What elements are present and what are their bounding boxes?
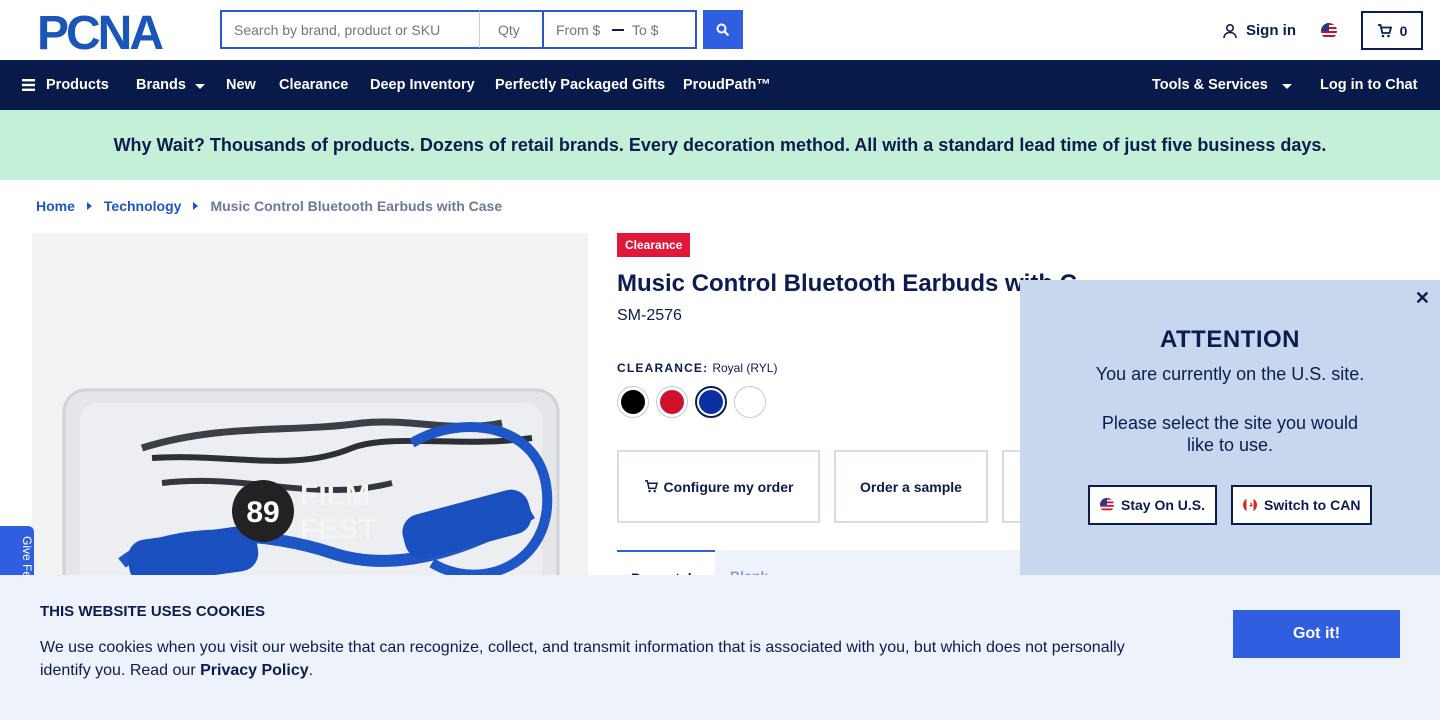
region-select-popup: ✕ ATTENTION You are currently on the U.S… bbox=[1020, 280, 1440, 580]
search-button[interactable] bbox=[703, 10, 743, 49]
stay-us-button[interactable]: Stay On U.S. bbox=[1088, 485, 1218, 525]
price-to-input[interactable] bbox=[632, 21, 680, 38]
search-bar bbox=[220, 10, 697, 49]
cart-button[interactable]: 0 bbox=[1361, 11, 1423, 50]
sign-in-label: Sign in bbox=[1246, 22, 1296, 39]
nav-tools-services[interactable]: Tools & Services bbox=[1152, 60, 1292, 110]
privacy-policy-link[interactable]: Privacy Policy bbox=[200, 662, 309, 679]
swatch-royal[interactable] bbox=[695, 386, 727, 418]
swatch-white[interactable] bbox=[734, 386, 766, 418]
nav-products-label: Products bbox=[46, 77, 109, 93]
accept-cookies-button[interactable]: Got it! bbox=[1233, 610, 1400, 658]
canada-flag-icon bbox=[1243, 498, 1257, 512]
configure-order-button[interactable]: Configure my order bbox=[617, 450, 820, 523]
nav-gifts[interactable]: Perfectly Packaged Gifts bbox=[495, 60, 665, 110]
color-selection: CLEARANCE: Royal (RYL) bbox=[617, 361, 777, 375]
breadcrumb-technology[interactable]: Technology bbox=[104, 198, 182, 214]
us-flag-icon[interactable] bbox=[1321, 23, 1337, 39]
chevron-down-icon bbox=[1281, 84, 1292, 89]
close-icon[interactable]: ✕ bbox=[1415, 288, 1430, 309]
stay-us-label: Stay On U.S. bbox=[1121, 497, 1206, 513]
nav-chat-login[interactable]: Log in to Chat bbox=[1320, 60, 1417, 110]
swatch-red[interactable] bbox=[656, 386, 688, 418]
breadcrumb-current: Music Control Bluetooth Earbuds with Cas… bbox=[210, 198, 503, 214]
image-label-89: 89 bbox=[246, 496, 279, 529]
search-input[interactable] bbox=[234, 21, 474, 38]
product-actions: Configure my order Order a sample bbox=[617, 450, 1042, 523]
popup-current-site: You are currently on the U.S. site. bbox=[1095, 364, 1365, 384]
user-icon bbox=[1223, 23, 1237, 38]
color-swatches bbox=[617, 386, 766, 418]
switch-can-label: Switch to CAN bbox=[1264, 497, 1361, 513]
promo-banner: Why Wait? Thousands of products. Dozens … bbox=[0, 110, 1440, 180]
cookie-title: THIS WEBSITE USES COOKIES bbox=[40, 603, 266, 620]
color-label: CLEARANCE: bbox=[617, 361, 709, 375]
cookie-end: . bbox=[308, 662, 314, 679]
nav-proudpath[interactable]: ProudPath™ bbox=[683, 60, 771, 110]
menu-icon bbox=[22, 79, 35, 91]
nav-new[interactable]: New bbox=[226, 60, 256, 110]
chevron-down-icon bbox=[194, 84, 205, 89]
chevron-right-icon bbox=[193, 202, 199, 210]
cookie-text: We use cookies when you visit our websit… bbox=[40, 636, 1160, 682]
configure-order-label: Configure my order bbox=[663, 478, 794, 495]
product-sku: SM-2576 bbox=[617, 307, 682, 324]
breadcrumb: Home Technology Music Control Bluetooth … bbox=[36, 198, 502, 214]
color-value: Royal (RYL) bbox=[712, 361, 778, 375]
popup-instruction: Please select the site you would like to… bbox=[1101, 413, 1359, 455]
cart-icon bbox=[1377, 23, 1392, 37]
sign-in-link[interactable]: Sign in bbox=[1222, 22, 1296, 39]
switch-can-button[interactable]: Switch to CAN bbox=[1231, 485, 1373, 525]
nav-brands[interactable]: Brands bbox=[136, 60, 205, 110]
image-label-fest: FEST bbox=[300, 513, 377, 546]
nav-deep-inventory[interactable]: Deep Inventory bbox=[370, 60, 475, 110]
range-dash bbox=[612, 28, 624, 31]
pcna-logo[interactable]: PCNA bbox=[37, 12, 183, 50]
qty-input[interactable] bbox=[498, 21, 538, 38]
cookie-banner: THIS WEBSITE USES COOKIES We use cookies… bbox=[0, 575, 1440, 720]
swatch-black[interactable] bbox=[617, 386, 649, 418]
nav-tools-label: Tools & Services bbox=[1152, 77, 1268, 93]
cart-count: 0 bbox=[1399, 22, 1408, 39]
clearance-badge: Clearance bbox=[617, 233, 691, 257]
product-title: Music Control Bluetooth Earbuds with C bbox=[617, 270, 1077, 297]
us-flag-icon bbox=[1100, 498, 1114, 512]
nav-brands-label: Brands bbox=[136, 77, 186, 93]
price-from-input[interactable] bbox=[556, 21, 604, 38]
chevron-right-icon bbox=[86, 202, 92, 210]
cart-icon bbox=[644, 480, 658, 493]
image-label-film: FILM bbox=[300, 479, 370, 512]
popup-title: ATTENTION bbox=[1159, 326, 1301, 353]
main-nav: Products Brands New Clearance Deep Inven… bbox=[0, 60, 1440, 110]
breadcrumb-home[interactable]: Home bbox=[36, 198, 75, 214]
logo-text: PCNA bbox=[37, 12, 163, 50]
nav-products[interactable]: Products bbox=[22, 60, 109, 110]
order-sample-button[interactable]: Order a sample bbox=[834, 450, 988, 523]
search-icon bbox=[716, 23, 730, 36]
site-header: PCNA Sign in 0 bbox=[0, 0, 1440, 60]
nav-clearance[interactable]: Clearance bbox=[279, 60, 348, 110]
